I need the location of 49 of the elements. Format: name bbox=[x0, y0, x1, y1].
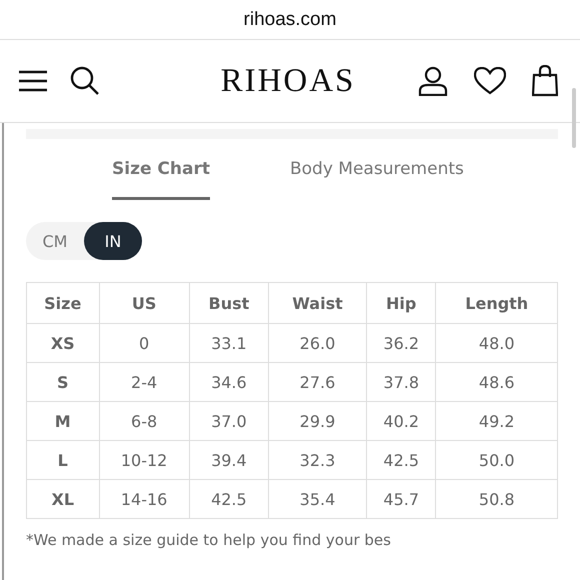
table-cell: 6-8 bbox=[99, 402, 190, 440]
column-header: Length bbox=[436, 282, 558, 324]
table-cell: 42.5 bbox=[366, 440, 436, 480]
table-cell: 48.0 bbox=[436, 324, 558, 362]
table-cell: 45.7 bbox=[366, 480, 436, 518]
table-cell: 2-4 bbox=[99, 362, 190, 402]
unit-option[interactable]: CM bbox=[26, 222, 84, 260]
table-cell: S bbox=[26, 362, 99, 402]
user-icon[interactable] bbox=[418, 66, 448, 96]
table-cell: 48.6 bbox=[436, 362, 558, 402]
table-cell: 37.0 bbox=[189, 402, 269, 440]
table-cell: 10-12 bbox=[99, 440, 190, 480]
unit-option[interactable]: IN bbox=[84, 222, 142, 260]
column-header: Bust bbox=[189, 282, 269, 324]
table-cell: 35.4 bbox=[268, 480, 366, 518]
search-icon[interactable] bbox=[70, 66, 100, 96]
table-cell: M bbox=[26, 402, 99, 440]
column-header: Waist bbox=[268, 282, 366, 324]
table-cell: 27.6 bbox=[268, 362, 366, 402]
table-cell: 36.2 bbox=[366, 324, 436, 362]
table-cell: XS bbox=[26, 324, 99, 362]
scrollbar[interactable] bbox=[572, 88, 576, 148]
table-cell: 34.6 bbox=[189, 362, 269, 402]
table-cell: 33.1 bbox=[189, 324, 269, 362]
table-cell: XL bbox=[26, 480, 99, 518]
logo[interactable]: RIHOAS bbox=[220, 62, 356, 100]
table-cell: 42.5 bbox=[189, 480, 269, 518]
menu-icon[interactable] bbox=[18, 70, 48, 92]
size-guide-note: *We made a size guide to help you find your bes bbox=[26, 531, 392, 549]
table-cell: 26.0 bbox=[268, 324, 366, 362]
column-header: US bbox=[99, 282, 190, 324]
heart-icon[interactable] bbox=[474, 67, 506, 95]
table-cell: 0 bbox=[99, 324, 190, 362]
table-cell: L bbox=[26, 440, 99, 480]
table-cell: 37.8 bbox=[366, 362, 436, 402]
column-header: Size bbox=[26, 282, 99, 324]
tab[interactable]: Size Chart bbox=[112, 159, 210, 200]
table-cell: 40.2 bbox=[366, 402, 436, 440]
table-cell: 29.9 bbox=[268, 402, 366, 440]
table-cell: 49.2 bbox=[436, 402, 558, 440]
shopping-bag-icon[interactable] bbox=[532, 65, 558, 97]
table-cell: 14-16 bbox=[99, 480, 190, 518]
table-cell: 39.4 bbox=[189, 440, 269, 480]
tab[interactable]: Body Measurements bbox=[290, 159, 464, 200]
url-text: rihoas.com bbox=[244, 8, 336, 30]
table-cell: 32.3 bbox=[268, 440, 366, 480]
column-header: Hip bbox=[366, 282, 436, 324]
table-cell: 50.8 bbox=[436, 480, 558, 518]
table-cell: 50.0 bbox=[436, 440, 558, 480]
